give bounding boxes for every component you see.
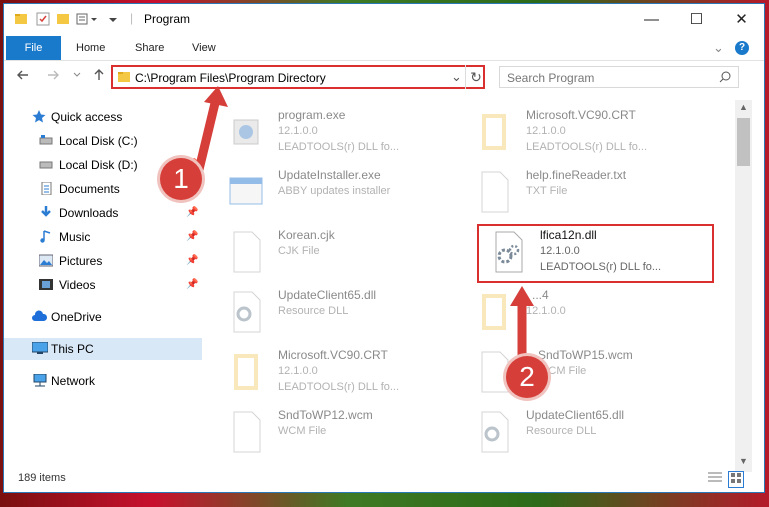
arrow-1-head [204, 86, 228, 107]
annotation-arrows [191, 86, 534, 369]
callout-number-1: 1 [160, 158, 202, 200]
explorer-window: | Program — ☐ ✕ File Home Share View ⌄ ? [4, 4, 764, 492]
callout-number-2: 2 [506, 356, 548, 398]
arrow-2-head [510, 286, 534, 306]
